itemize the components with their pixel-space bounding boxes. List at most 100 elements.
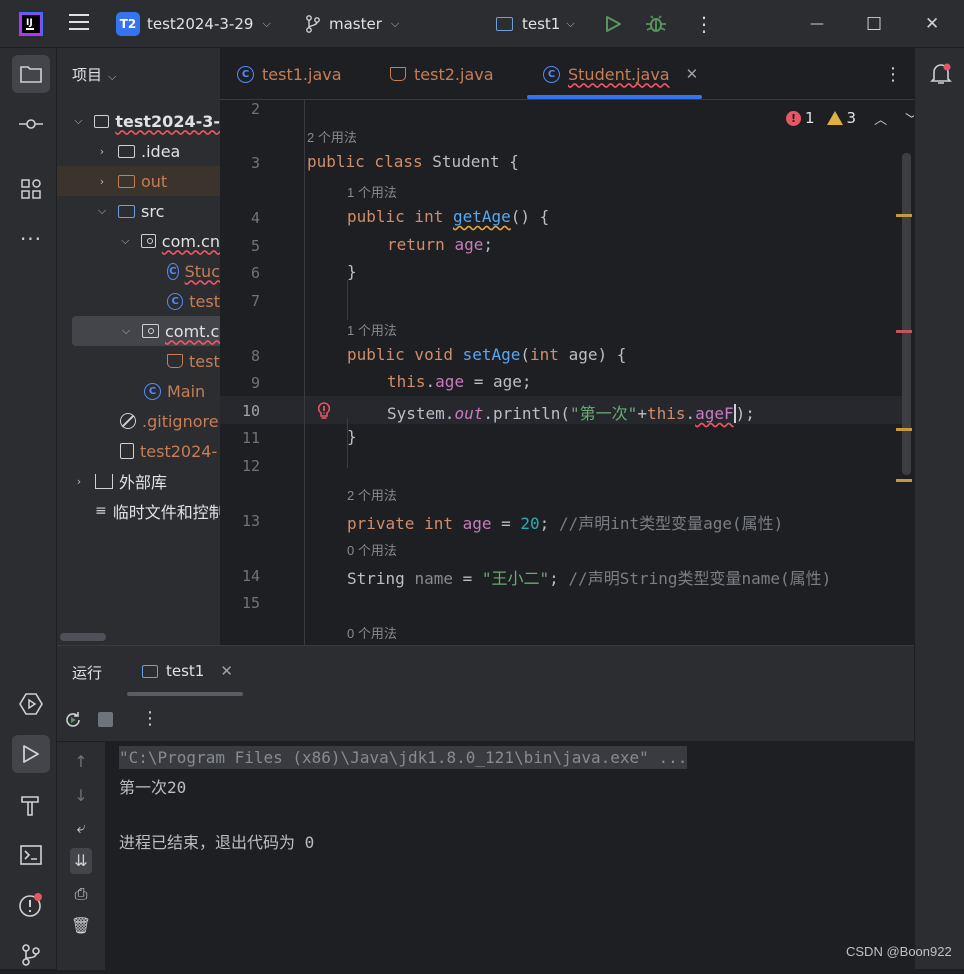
usage-hint[interactable]: 0 个用法 — [347, 540, 397, 559]
tab-test2-java[interactable]: test2.java — [390, 48, 494, 100]
tree-item-student[interactable]: C Stuc — [57, 256, 220, 286]
error-bulb-icon[interactable] — [317, 402, 331, 420]
tree-item-test1[interactable]: C test — [57, 286, 220, 316]
code-line-11: } — [347, 427, 357, 446]
project-panel: 项目 ⌵ ⌵ test2024-3- › .idea › out ⌵ src ⌵ … — [57, 48, 220, 645]
chevron-right-icon: › — [99, 174, 105, 188]
tab-label: Student.java — [568, 64, 670, 84]
tree-item-label: 临时文件和控制 — [112, 503, 220, 522]
tree-item-scratches[interactable]: ≡ 临时文件和控制 — [57, 496, 220, 526]
code-line-9: this.age = age; — [387, 372, 532, 391]
usage-hint[interactable]: 0 个用法 — [347, 623, 397, 642]
code-line-4: public int getAge() { — [347, 207, 550, 226]
debug-button[interactable] — [645, 0, 667, 48]
arrow-up-icon[interactable]: ↑ — [70, 752, 92, 771]
more-options-icon[interactable]: ⋮ — [141, 708, 159, 729]
chevron-down-icon: ⌵ — [121, 324, 131, 337]
trash-icon[interactable]: 🗑 — [70, 916, 92, 935]
services-tool-button[interactable] — [12, 685, 50, 723]
tree-item-idea[interactable]: › .idea — [57, 136, 220, 166]
stop-icon[interactable] — [98, 712, 113, 727]
project-tool-button[interactable] — [12, 55, 50, 93]
terminal-tool-button[interactable] — [12, 836, 50, 874]
warning-count: 3 — [846, 109, 857, 127]
branch-switcher[interactable]: master ⌵ — [305, 0, 399, 48]
tree-item-out[interactable]: › out — [57, 166, 220, 196]
chevron-up-icon[interactable]: ︿ — [874, 109, 887, 128]
intellij-logo-icon[interactable]: IJ — [20, 13, 42, 35]
structure-tool-button[interactable] — [12, 170, 50, 208]
maximize-button[interactable]: ☐ — [866, 0, 882, 48]
tree-item-project-root[interactable]: ⌵ test2024-3- — [57, 106, 220, 136]
run-button[interactable] — [604, 0, 622, 48]
package-icon — [142, 324, 159, 338]
arrow-down-icon[interactable]: ↓ — [70, 786, 92, 805]
notifications-button[interactable] — [929, 62, 953, 90]
project-switcher[interactable]: T2 test2024-3-29 ⌵ — [116, 0, 271, 48]
rerun-icon[interactable] — [63, 710, 83, 730]
git-tool-button[interactable] — [12, 936, 50, 974]
commit-tool-button[interactable] — [12, 105, 50, 143]
class-icon: C — [167, 292, 184, 310]
chevron-down-icon[interactable]: ﹀ — [905, 109, 914, 128]
chevron-right-icon: › — [76, 474, 82, 488]
usage-hint[interactable]: 2 个用法 — [307, 127, 357, 146]
tree-item-external-libraries[interactable]: › 外部库 — [57, 466, 220, 496]
close-tab-icon[interactable]: ✕ — [220, 662, 233, 680]
print-icon[interactable]: ⎙ — [70, 884, 92, 904]
tree-item-package-com-cn[interactable]: ⌵ com.cn — [57, 226, 220, 256]
tab-options-icon[interactable]: ⋮ — [884, 48, 902, 100]
problems-tool-button[interactable] — [12, 886, 50, 924]
code-line-8: public void setAge(int age) { — [347, 345, 627, 364]
services-icon — [19, 693, 43, 715]
horizontal-scrollbar[interactable] — [60, 633, 106, 641]
run-panel-title: 运行 — [72, 664, 103, 682]
more-actions-icon[interactable]: ⋮ — [694, 0, 714, 48]
build-tool-button[interactable] — [12, 786, 50, 824]
code-line-10: System.out.println("第一次"+this.ageF); — [387, 404, 755, 423]
tab-student-java[interactable]: C Student.java ✕ — [543, 48, 698, 100]
left-tool-strip: ··· — [0, 48, 57, 969]
tree-item-main[interactable]: C Main — [57, 376, 220, 406]
source-folder-icon — [118, 204, 135, 218]
tree-item-test2[interactable]: test — [57, 346, 220, 376]
tree-item-label: Stuc — [184, 261, 220, 281]
run-icon — [23, 745, 39, 763]
git-branch-icon — [306, 15, 320, 33]
inspection-widget[interactable]: ! 1 3 ︿ ﹀ — [786, 108, 914, 128]
error-count: 1 — [805, 109, 815, 127]
warning-stripe[interactable] — [896, 428, 912, 431]
tree-item-label: 外部库 — [119, 473, 168, 492]
tree-item-gitignore[interactable]: .gitignore — [57, 406, 220, 436]
warning-stripe[interactable] — [896, 214, 912, 217]
project-panel-header[interactable]: 项目 ⌵ — [72, 64, 116, 85]
code-line-5: return age; — [387, 235, 493, 254]
usage-hint[interactable]: 1 个用法 — [347, 320, 397, 339]
close-window-button[interactable]: ✕ — [925, 0, 939, 48]
active-tab-indicator — [527, 95, 702, 99]
tree-item-iml[interactable]: test2024- — [57, 436, 220, 466]
chevron-down-icon: ⌵ — [566, 17, 575, 30]
code-area[interactable]: 2 个用法 public class Student { 1 个用法 publi… — [220, 100, 914, 645]
tab-test1-java[interactable]: C test1.java — [237, 48, 342, 100]
soft-wrap-icon[interactable]: ⤶ — [70, 818, 92, 838]
run-config-selector[interactable]: test1 ⌵ — [496, 0, 575, 48]
run-tool-button[interactable] — [12, 735, 50, 773]
console-output[interactable]: "C:\Program Files (x86)\Java\jdk1.8.0_12… — [119, 742, 914, 970]
tree-item-package-comt-cn[interactable]: ⌵ comt.cr — [72, 316, 220, 346]
error-stripe[interactable] — [896, 330, 912, 333]
main-menu-icon[interactable] — [69, 14, 89, 32]
structure-icon — [21, 179, 41, 199]
close-tab-icon[interactable]: ✕ — [686, 65, 699, 83]
more-tools-icon[interactable]: ··· — [12, 220, 50, 258]
usage-hint[interactable]: 2 个用法 — [347, 485, 397, 504]
project-badge: T2 — [116, 12, 140, 36]
usage-hint[interactable]: 1 个用法 — [347, 182, 397, 201]
run-tab-test1[interactable]: test1 ✕ — [142, 662, 233, 680]
scroll-to-end-icon[interactable]: ⇊ — [70, 848, 92, 874]
minimize-button[interactable]: — — [810, 0, 824, 48]
tree-item-src[interactable]: ⌵ src — [57, 196, 220, 226]
module-folder-icon — [93, 114, 110, 128]
warning-stripe[interactable] — [896, 479, 912, 482]
vertical-scrollbar[interactable] — [902, 153, 911, 475]
